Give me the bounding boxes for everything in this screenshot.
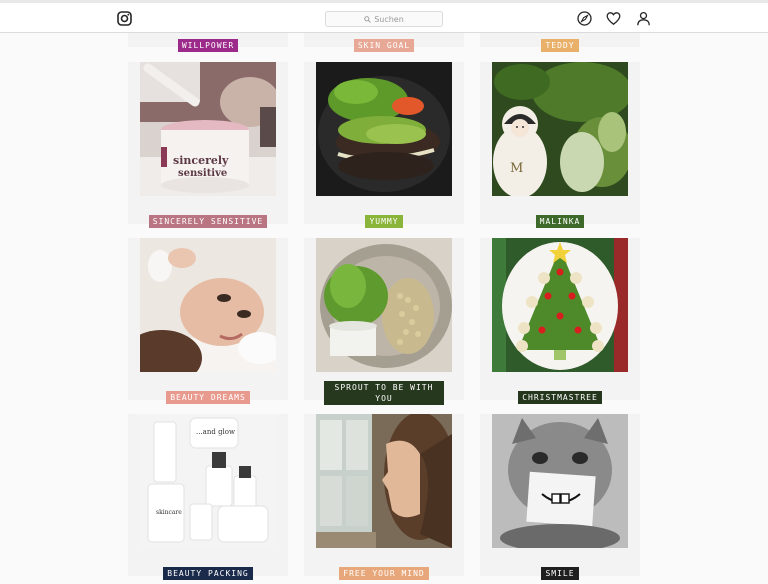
post-caption-tag: TEDDY [541,39,579,52]
post-image-woman-face-mask[interactable] [140,238,276,372]
post-image-sprouts-plate[interactable] [316,238,452,372]
post-image-avocado-dish[interactable] [316,62,452,196]
post-caption-tag: BEAUTY DREAMS [166,391,250,404]
post-caption-tag: CHRISTMASTREE [518,391,602,404]
post-caption-tag: SKIN GOAL [353,39,415,52]
post-caption-tag: SINCERELY SENSITIVE [148,215,268,228]
post-card[interactable]: SPROUT TO BE WITH YOU [304,238,464,405]
svg-text:skincare: skincare [156,509,182,516]
post-card[interactable]: WILLPOWER [128,33,288,52]
post-image-cat-smile[interactable] [492,414,628,548]
post-caption-tag: FREE YOUR MIND [339,567,429,580]
post-caption-tag: MALINKA [535,215,585,228]
post-card[interactable]: CHRISTMASTREE [480,238,640,404]
post-card[interactable]: SMILE [480,414,640,580]
post-card[interactable]: YUMMY [304,62,464,228]
post-image-woman-profile-window[interactable] [316,414,452,548]
post-card[interactable]: SKIN GOAL [304,33,464,52]
post-caption-tag: WILLPOWER [177,39,239,52]
post-caption-tag: BEAUTY PACKING [163,567,253,580]
post-card[interactable]: BEAUTY DREAMS [128,238,288,404]
post-image-cream-jar[interactable]: sincerely sensitive [140,62,276,196]
svg-text:...and glow: ...and glow [196,428,235,436]
post-image-product-bottles[interactable]: ...and glow skincare [140,414,276,548]
post-card[interactable]: FREE YOUR MIND [304,414,464,580]
post-caption-tag: YUMMY [365,215,403,228]
post-caption-tag: SMILE [541,567,579,580]
post-card[interactable]: sincerely sensitive SINCERELY SENSITIVE [128,62,288,228]
svg-text:sensitive: sensitive [178,168,227,179]
svg-text:sincerely: sincerely [173,154,229,167]
post-card[interactable]: M MALINKA [480,62,640,228]
post-caption-tag: SPROUT TO BE WITH YOU [324,381,444,405]
post-image-broccoli-tree[interactable] [492,238,628,372]
post-card[interactable]: TEDDY [480,33,640,52]
svg-text:M: M [510,161,523,176]
post-grid: WILLPOWER SKIN GOAL TEDDY sincerely sens… [0,0,768,584]
post-image-matryoshka-greens[interactable]: M [492,62,628,196]
post-card[interactable]: ...and glow skincare BEAUTY PACKING [128,414,288,580]
